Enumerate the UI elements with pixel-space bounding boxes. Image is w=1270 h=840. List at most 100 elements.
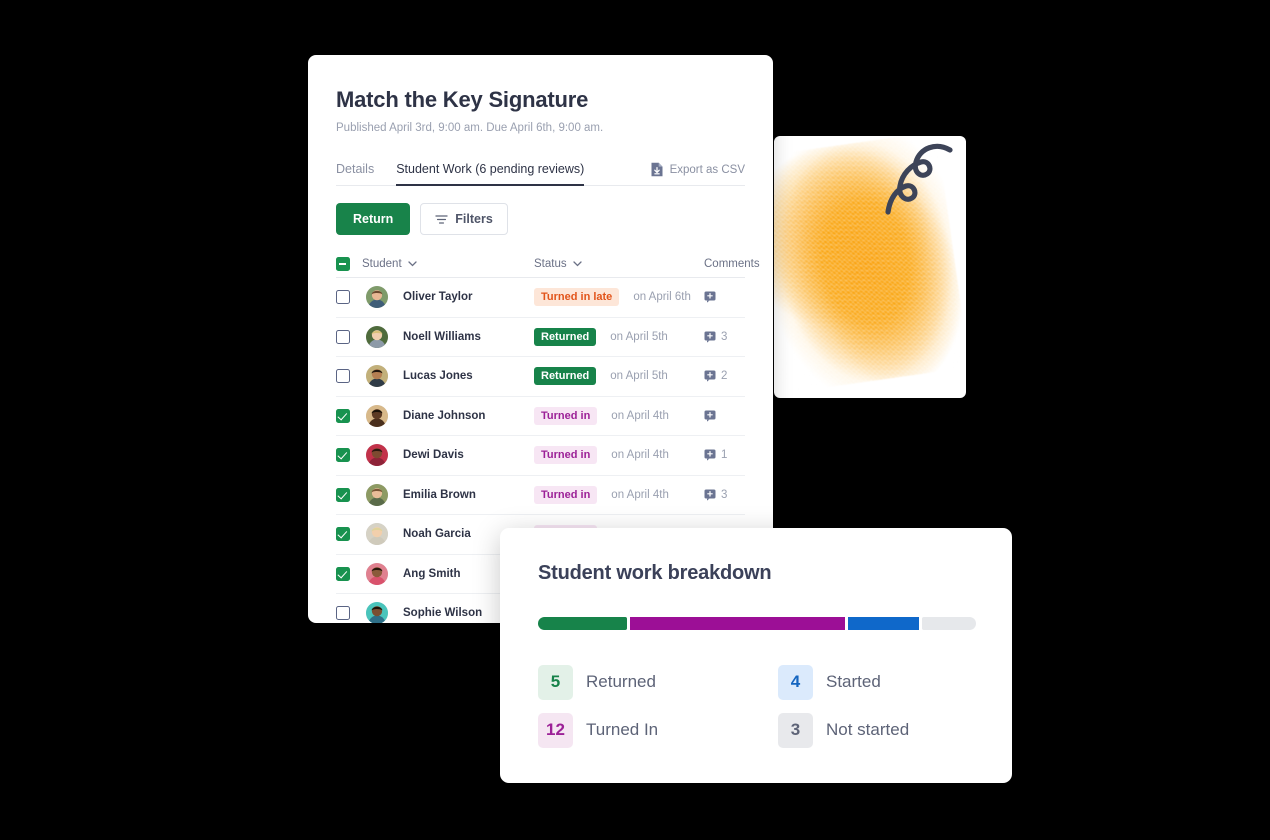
table-row[interactable]: Lucas Jones Returned on April 5th 2: [336, 356, 745, 396]
row-checkbox[interactable]: [336, 408, 350, 423]
comments-control[interactable]: 3: [704, 489, 727, 501]
comment-count: 3: [721, 330, 728, 343]
filter-icon: [435, 214, 448, 224]
row-select-cell: [336, 408, 362, 423]
breakdown-progress-bar: [538, 617, 976, 630]
stat-count: 12: [538, 712, 573, 748]
comments-control[interactable]: 1: [704, 449, 727, 461]
comments-control[interactable]: 2: [704, 370, 727, 382]
add-comment-icon[interactable]: [704, 410, 716, 422]
avatar: [366, 365, 388, 388]
breakdown-bar-segment-started: [847, 617, 920, 630]
row-select-cell: [336, 290, 362, 305]
row-checkbox[interactable]: [336, 448, 350, 463]
row-select-cell: [336, 329, 362, 344]
row-checkbox[interactable]: [336, 290, 350, 305]
chevron-down-icon: [572, 261, 582, 267]
table-header-row: Student Status Comments: [336, 251, 760, 277]
assignment-dates: Published April 3rd, 9:00 am. Due April …: [336, 122, 604, 134]
student-name: Lucas Jones: [403, 370, 473, 383]
stat-label: Turned In: [586, 720, 659, 739]
tab-student-work[interactable]: Student Work (6 pending reviews): [396, 162, 585, 186]
comments-cell: 3: [704, 489, 745, 501]
avatar: [366, 286, 388, 309]
row-select-cell: [336, 369, 362, 384]
column-header-status[interactable]: Status: [534, 258, 704, 270]
column-header-status-label: Status: [534, 258, 567, 270]
avatar: [366, 444, 388, 467]
music-squiggle-icon: [885, 143, 953, 215]
add-comment-icon[interactable]: [704, 291, 716, 303]
row-checkbox[interactable]: [336, 487, 350, 502]
status-date: on April 6th: [633, 291, 691, 304]
status-badge: Returned: [534, 327, 597, 346]
status-badge: Turned in: [534, 446, 598, 465]
student-work-breakdown-card: Student work breakdown 5 Returned 4 Started…: [500, 528, 1012, 783]
export-as-csv-label: Export as CSV: [669, 163, 745, 176]
column-header-comments: Comments: [704, 258, 760, 270]
comments-control[interactable]: 3: [704, 331, 727, 343]
add-comment-icon[interactable]: [704, 331, 716, 343]
filters-button[interactable]: Filters: [420, 203, 508, 235]
student-cell: Diane Johnson: [362, 404, 534, 427]
status-cell: Returned on April 5th: [534, 367, 704, 386]
row-select-cell: [336, 527, 362, 542]
tab-details[interactable]: Details: [336, 162, 374, 185]
row-select-cell: [336, 606, 362, 621]
breakdown-stat-not-started: 3 Not started: [778, 712, 1018, 748]
stat-label: Returned: [586, 672, 656, 691]
status-date: on April 4th: [611, 488, 669, 501]
table-row[interactable]: Oliver Taylor Turned in late on April 6th: [336, 277, 745, 317]
avatar: [366, 562, 388, 585]
column-header-comments-label: Comments: [704, 258, 760, 270]
row-checkbox[interactable]: [336, 329, 350, 344]
add-comment-icon[interactable]: [704, 449, 716, 461]
table-actions: Return Filters: [336, 203, 745, 235]
stat-count: 5: [538, 664, 573, 700]
add-comment-icon[interactable]: [704, 370, 716, 382]
comment-count: 2: [721, 370, 728, 383]
row-checkbox[interactable]: [336, 566, 350, 581]
avatar: [366, 483, 388, 506]
column-header-student[interactable]: Student: [362, 258, 534, 270]
table-row[interactable]: Emilia Brown Turned in on April 4th 3: [336, 474, 745, 515]
breakdown-stat-turned-in: 12 Turned In: [538, 712, 778, 748]
row-select-cell: [336, 566, 362, 581]
comments-cell: [704, 291, 745, 303]
export-as-csv-button[interactable]: Export as CSV: [650, 162, 745, 185]
row-checkbox[interactable]: [336, 369, 350, 384]
student-cell: Oliver Taylor: [362, 286, 534, 309]
comments-control[interactable]: [704, 291, 716, 303]
filters-label: Filters: [455, 212, 493, 226]
stat-label: Not started: [826, 720, 910, 739]
student-cell: Emilia Brown: [362, 483, 534, 506]
add-comment-icon[interactable]: [704, 489, 716, 501]
breakdown-bar-segment-not-started: [922, 617, 976, 630]
table-row[interactable]: Diane Johnson Turned in on April 4th: [336, 395, 745, 436]
student-name: Sophie Wilson: [403, 607, 483, 620]
status-cell: Turned in late on April 6th: [534, 288, 704, 307]
student-cell: Lucas Jones: [362, 365, 534, 388]
comment-count: 3: [721, 488, 728, 501]
status-date: on April 4th: [611, 409, 669, 422]
comments-control[interactable]: [704, 410, 716, 422]
select-all-checkbox[interactable]: [336, 257, 350, 271]
comment-count: 1: [721, 449, 728, 462]
breakdown-stat-started: 4 Started: [778, 664, 1018, 700]
screenshot-stage: Match the Key Signature Published April …: [0, 0, 1270, 840]
stat-count: 3: [778, 712, 813, 748]
avatar: [366, 325, 388, 348]
column-header-student-label: Student: [362, 258, 402, 270]
row-checkbox[interactable]: [336, 606, 350, 621]
row-checkbox[interactable]: [336, 527, 350, 542]
return-button[interactable]: Return: [336, 203, 411, 235]
student-cell: Dewi Davis: [362, 444, 534, 467]
table-row[interactable]: Dewi Davis Turned in on April 4th 1: [336, 435, 745, 475]
status-badge: Turned in late: [534, 288, 620, 307]
table-row[interactable]: Noell Williams Returned on April 5th 3: [336, 316, 745, 357]
status-cell: Turned in on April 4th: [534, 485, 704, 504]
comments-cell: [704, 410, 745, 422]
comments-cell: 2: [704, 370, 745, 382]
tab-bar: Details Student Work (6 pending reviews)…: [336, 156, 745, 186]
select-all-cell: [336, 257, 362, 271]
